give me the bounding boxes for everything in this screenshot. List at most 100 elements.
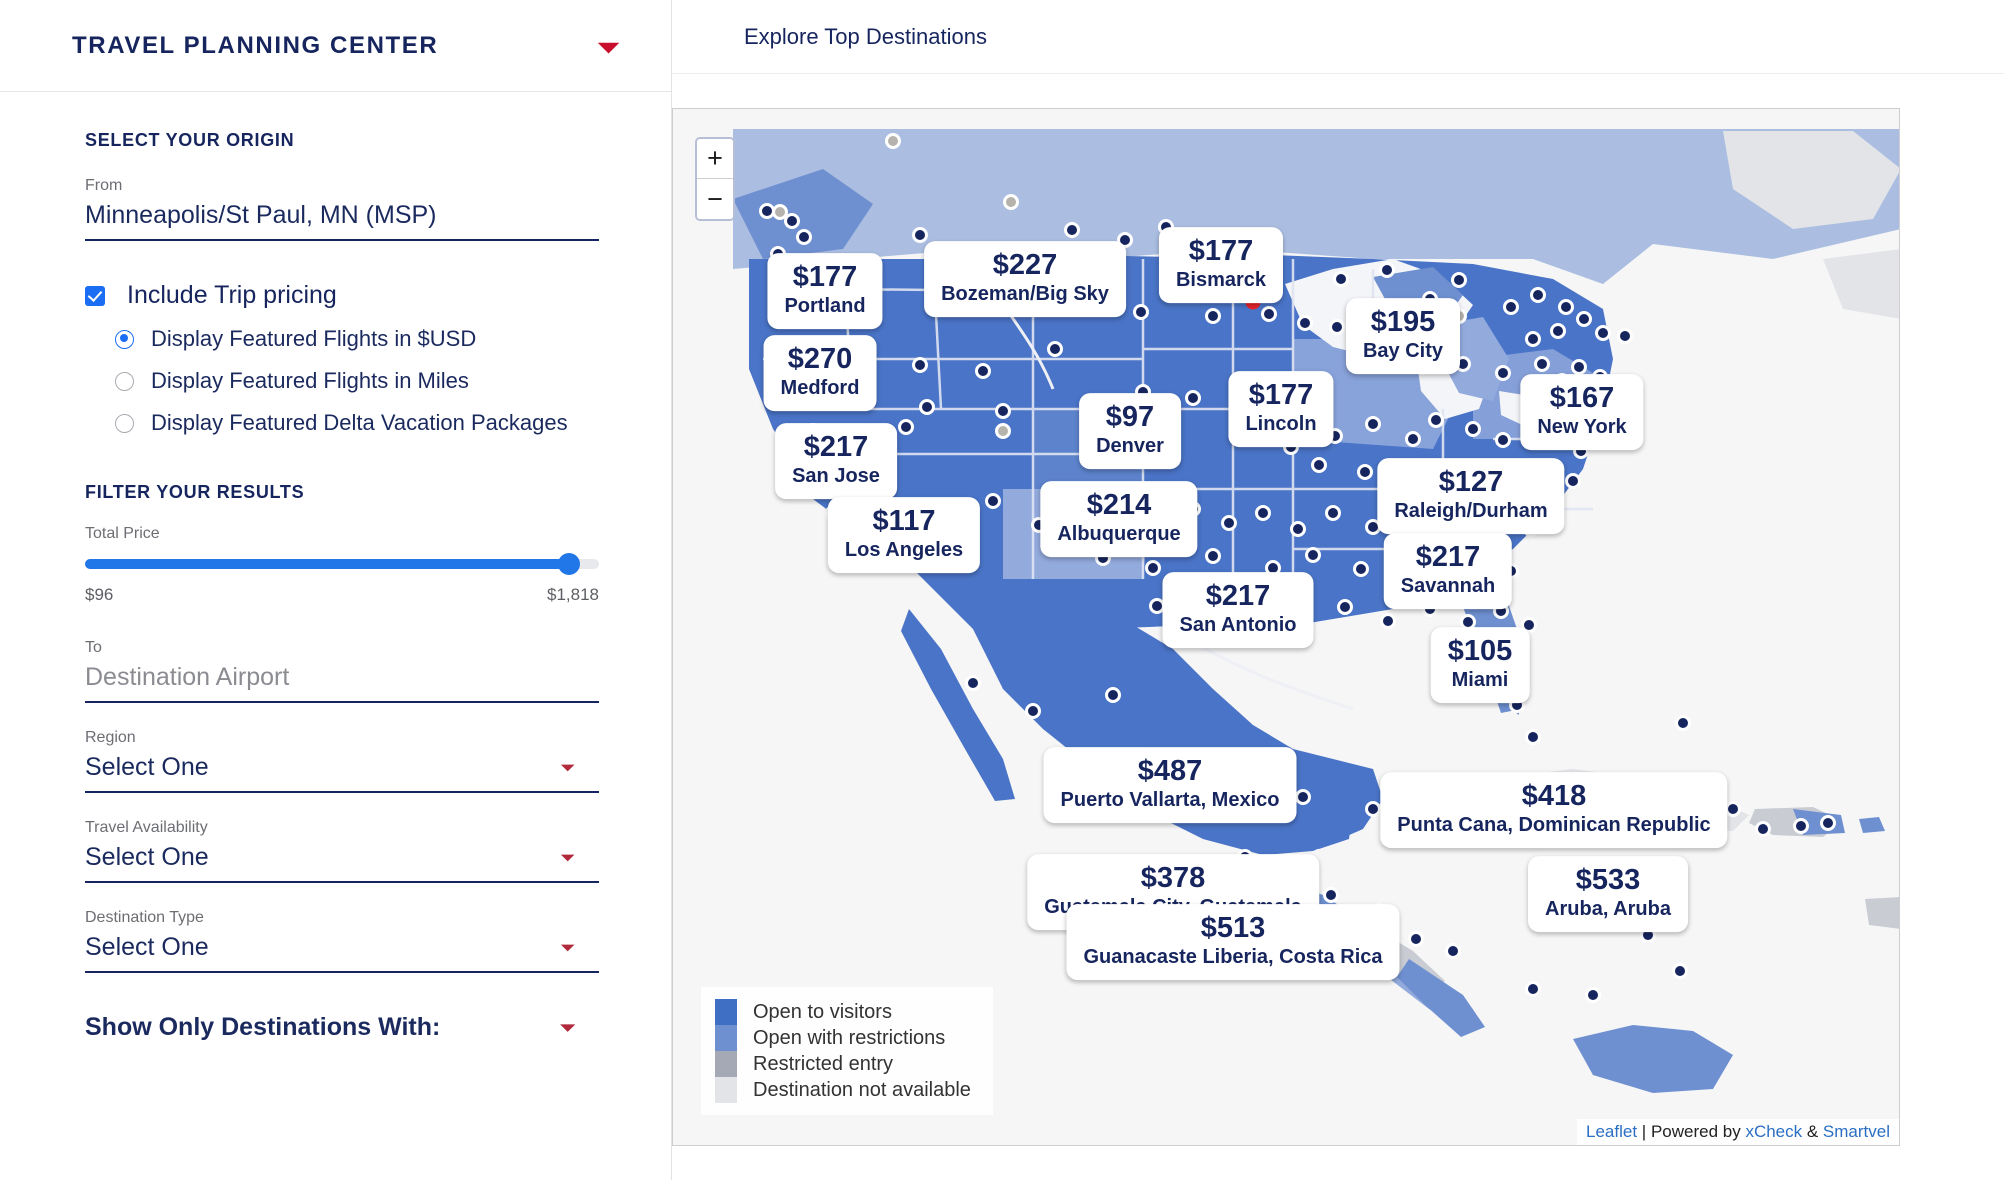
map-marker[interactable]: [1325, 505, 1341, 521]
destination-price-label[interactable]: $217 Savannah: [1383, 533, 1513, 609]
destination-price-label[interactable]: $195 Bay City: [1345, 298, 1461, 374]
map-marker[interactable]: [975, 363, 991, 379]
xcheck-link[interactable]: xCheck: [1745, 1122, 1802, 1141]
map-marker[interactable]: [995, 403, 1011, 419]
radio-selected-icon[interactable]: [115, 329, 134, 349]
map-marker[interactable]: [898, 419, 914, 435]
leaflet-link[interactable]: Leaflet: [1586, 1122, 1637, 1141]
map-marker[interactable]: [1793, 818, 1809, 834]
map-marker[interactable]: [1525, 729, 1541, 745]
map-marker[interactable]: [1205, 548, 1221, 564]
destination-price-label[interactable]: $117 Los Angeles: [827, 497, 981, 573]
map-marker[interactable]: [1725, 801, 1741, 817]
map-marker[interactable]: [796, 229, 812, 245]
map-marker[interactable]: [1558, 299, 1574, 315]
chevron-down-icon[interactable]: ▾: [561, 1019, 575, 1036]
destination-price-label[interactable]: $167 New York: [1520, 374, 1644, 450]
map-marker[interactable]: [1357, 464, 1373, 480]
radio-unselected-icon[interactable]: [115, 371, 134, 391]
include-pricing-checkbox-row[interactable]: Include Trip pricing: [85, 281, 599, 310]
map-marker[interactable]: [1595, 325, 1611, 341]
destination-price-label[interactable]: $105 Miami: [1430, 627, 1530, 703]
map-marker[interactable]: [1428, 412, 1444, 428]
availability-select[interactable]: Select One ▾: [85, 843, 599, 883]
map-marker[interactable]: [1755, 821, 1771, 837]
chevron-down-icon[interactable]: ▾: [599, 36, 619, 56]
map-marker[interactable]: [1565, 473, 1581, 489]
slider-handle[interactable]: [558, 553, 580, 575]
zoom-in-button[interactable]: +: [697, 139, 733, 179]
radio-option-usd[interactable]: Display Featured Flights in $USD: [115, 326, 599, 352]
map-marker[interactable]: [1820, 815, 1836, 831]
map-marker[interactable]: [1365, 801, 1381, 817]
destination-price-label[interactable]: $177 Bismarck: [1158, 227, 1284, 303]
map-marker[interactable]: [1329, 319, 1345, 335]
map-marker[interactable]: [1617, 328, 1633, 344]
radio-unselected-icon[interactable]: [115, 413, 134, 433]
map-marker[interactable]: [1525, 331, 1541, 347]
map-marker[interactable]: [1534, 356, 1550, 372]
map-marker[interactable]: [1675, 715, 1691, 731]
map-marker[interactable]: [1571, 359, 1587, 375]
map-marker[interactable]: [912, 227, 928, 243]
destination-airport-input[interactable]: Destination Airport: [85, 663, 599, 703]
total-price-slider[interactable]: [85, 553, 599, 575]
map-marker[interactable]: [1205, 308, 1221, 324]
map-marker[interactable]: [1337, 599, 1353, 615]
map-marker[interactable]: [1261, 306, 1277, 322]
destination-price-label[interactable]: $487 Puerto Vallarta, Mexico: [1043, 747, 1297, 823]
map-marker[interactable]: [784, 213, 800, 229]
map-marker[interactable]: [885, 133, 901, 149]
map-marker[interactable]: [1003, 194, 1019, 210]
map-marker[interactable]: [1105, 687, 1121, 703]
map-marker[interactable]: [1333, 271, 1349, 287]
map-marker[interactable]: [1185, 390, 1201, 406]
map-marker[interactable]: [1323, 887, 1339, 903]
map-marker[interactable]: [1025, 703, 1041, 719]
destination-price-label[interactable]: $227 Bozeman/Big Sky: [924, 241, 1126, 317]
map-marker[interactable]: [995, 423, 1011, 439]
map-marker[interactable]: [1585, 987, 1601, 1003]
map-marker[interactable]: [1353, 561, 1369, 577]
chevron-down-icon[interactable]: ▾: [561, 939, 575, 956]
map-marker[interactable]: [1133, 304, 1149, 320]
map-marker[interactable]: [1408, 931, 1424, 947]
destination-price-label[interactable]: $533 Aruba, Aruba: [1528, 856, 1688, 932]
checkbox-checked-icon[interactable]: [85, 285, 105, 306]
destination-price-label[interactable]: $97 Denver: [1079, 393, 1181, 469]
map-marker[interactable]: [1311, 457, 1327, 473]
map-marker[interactable]: [1465, 421, 1481, 437]
map-marker[interactable]: [1672, 963, 1688, 979]
map-marker[interactable]: [1495, 365, 1511, 381]
map-marker[interactable]: [1305, 547, 1321, 563]
destination-price-label[interactable]: $217 San Antonio: [1162, 572, 1314, 648]
zoom-out-button[interactable]: −: [697, 179, 733, 219]
map-marker[interactable]: [1530, 287, 1546, 303]
destination-price-label[interactable]: $214 Albuquerque: [1040, 481, 1198, 557]
destination-price-label[interactable]: $177 Portland: [767, 253, 883, 329]
map-marker[interactable]: [965, 675, 981, 691]
map-marker[interactable]: [912, 357, 928, 373]
map-marker[interactable]: [1445, 943, 1461, 959]
map-marker[interactable]: [1576, 311, 1592, 327]
map-marker[interactable]: [1047, 341, 1063, 357]
destination-price-label[interactable]: $418 Punta Cana, Dominican Republic: [1380, 772, 1728, 848]
map-marker[interactable]: [1525, 981, 1541, 997]
show-only-destinations-accordion[interactable]: Show Only Destinations With: ▾: [85, 999, 599, 1051]
map-marker[interactable]: [1290, 521, 1306, 537]
destination-price-label[interactable]: $513 Guanacaste Liberia, Costa Rica: [1066, 904, 1400, 980]
destination-price-label[interactable]: $177 Lincoln: [1228, 371, 1334, 447]
map-marker[interactable]: [919, 399, 935, 415]
radio-option-packages[interactable]: Display Featured Delta Vacation Packages: [115, 410, 599, 436]
map-marker[interactable]: [1064, 222, 1080, 238]
map-zoom-controls[interactable]: + −: [695, 137, 735, 221]
region-select[interactable]: Select One ▾: [85, 753, 599, 793]
destination-price-label[interactable]: $217 San Jose: [775, 423, 897, 499]
destination-price-label[interactable]: $127 Raleigh/Durham: [1377, 458, 1565, 534]
map-marker[interactable]: [1297, 315, 1313, 331]
from-input[interactable]: Minneapolis/St Paul, MN (MSP): [85, 201, 599, 241]
map-marker[interactable]: [1495, 432, 1511, 448]
map-marker[interactable]: [1379, 262, 1395, 278]
map-marker[interactable]: [1255, 505, 1271, 521]
map-marker[interactable]: [1365, 416, 1381, 432]
